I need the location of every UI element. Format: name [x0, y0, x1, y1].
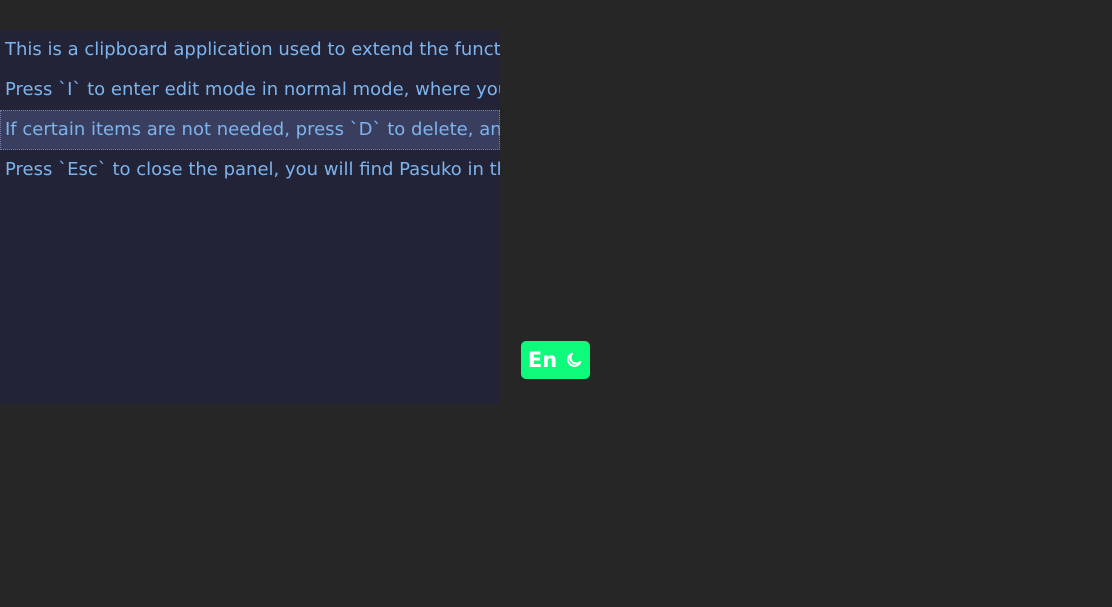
moon-icon	[567, 352, 582, 367]
language-label: En	[527, 347, 558, 372]
language-theme-toggle-button[interactable]: En	[521, 341, 590, 379]
clipboard-item[interactable]: This is a clipboard application used to …	[0, 30, 500, 70]
clipboard-item[interactable]: Press `I` to enter edit mode in normal m…	[0, 70, 500, 110]
clipboard-item-selected[interactable]: If certain items are not needed, press `…	[0, 110, 500, 150]
clipboard-panel: This is a clipboard application used to …	[0, 30, 500, 404]
clipboard-list: This is a clipboard application used to …	[0, 30, 500, 190]
clipboard-item[interactable]: Press `Esc` to close the panel, you will…	[0, 150, 500, 190]
